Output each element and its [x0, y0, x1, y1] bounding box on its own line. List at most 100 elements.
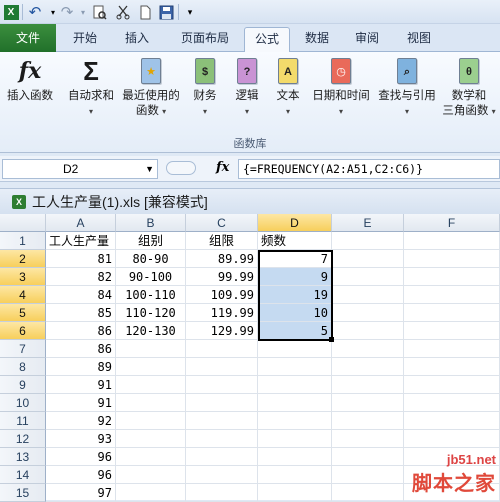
tab-home[interactable]: 开始: [62, 27, 108, 52]
tab-page-layout[interactable]: 页面布局: [168, 27, 242, 52]
row-header[interactable]: 10: [0, 394, 46, 412]
cell-e6[interactable]: [332, 322, 404, 340]
cell-a7[interactable]: 86: [46, 340, 116, 358]
insert-function-button[interactable]: fx 插入函数: [2, 56, 58, 104]
cell-e14[interactable]: [332, 466, 404, 484]
cell-c14[interactable]: [186, 466, 258, 484]
cell-c12[interactable]: [186, 430, 258, 448]
math-trig-button[interactable]: θ 数学和 三角函数 ▾: [440, 56, 498, 119]
cell-a4[interactable]: 84: [46, 286, 116, 304]
row-header[interactable]: 11: [0, 412, 46, 430]
financial-button[interactable]: $ 财务 ▾: [186, 56, 224, 119]
save-icon[interactable]: [157, 3, 175, 21]
cell-b5[interactable]: 110-120: [116, 304, 186, 322]
cell-f6[interactable]: [404, 322, 500, 340]
tab-view[interactable]: 视图: [396, 27, 442, 52]
cell-e7[interactable]: [332, 340, 404, 358]
cell-b11[interactable]: [116, 412, 186, 430]
cell-b2[interactable]: 80-90: [116, 250, 186, 268]
cell-f1[interactable]: [404, 232, 500, 250]
cell-a12[interactable]: 93: [46, 430, 116, 448]
tab-file[interactable]: 文件: [0, 24, 56, 52]
cell-c6[interactable]: 129.99: [186, 322, 258, 340]
row-header[interactable]: 15: [0, 484, 46, 502]
cell-c4[interactable]: 109.99: [186, 286, 258, 304]
cell-d7[interactable]: [258, 340, 332, 358]
cell-c7[interactable]: [186, 340, 258, 358]
cell-f11[interactable]: [404, 412, 500, 430]
tab-formulas[interactable]: 公式: [244, 27, 290, 53]
cell-c10[interactable]: [186, 394, 258, 412]
name-box[interactable]: D2 ▼: [2, 159, 158, 179]
cell-d13[interactable]: [258, 448, 332, 466]
cell-d5[interactable]: 10: [258, 304, 332, 322]
cell-b8[interactable]: [116, 358, 186, 376]
row-header[interactable]: 13: [0, 448, 46, 466]
cell-d9[interactable]: [258, 376, 332, 394]
cell-b4[interactable]: 100-110: [116, 286, 186, 304]
cell-f10[interactable]: [404, 394, 500, 412]
cell-f12[interactable]: [404, 430, 500, 448]
excel-app-icon[interactable]: X: [2, 3, 20, 21]
cell-c11[interactable]: [186, 412, 258, 430]
cell-c2[interactable]: 89.99: [186, 250, 258, 268]
cut-icon[interactable]: [114, 3, 132, 21]
cell-b1[interactable]: 组别: [116, 232, 186, 250]
cell-b13[interactable]: [116, 448, 186, 466]
cell-d15[interactable]: [258, 484, 332, 502]
cell-e1[interactable]: [332, 232, 404, 250]
cell-d14[interactable]: [258, 466, 332, 484]
row-header[interactable]: 5: [0, 304, 46, 322]
column-header-d[interactable]: D: [258, 214, 332, 232]
row-header[interactable]: 9: [0, 376, 46, 394]
cell-b12[interactable]: [116, 430, 186, 448]
row-header[interactable]: 8: [0, 358, 46, 376]
row-header[interactable]: 4: [0, 286, 46, 304]
cell-a2[interactable]: 81: [46, 250, 116, 268]
tab-data[interactable]: 数据: [294, 27, 340, 52]
cell-d10[interactable]: [258, 394, 332, 412]
cell-f2[interactable]: [404, 250, 500, 268]
cell-c9[interactable]: [186, 376, 258, 394]
cell-f5[interactable]: [404, 304, 500, 322]
autosum-button[interactable]: Σ 自动求和 ▾: [62, 56, 120, 119]
column-header-a[interactable]: A: [46, 214, 116, 232]
cell-a9[interactable]: 91: [46, 376, 116, 394]
cell-c1[interactable]: 组限: [186, 232, 258, 250]
cell-a5[interactable]: 85: [46, 304, 116, 322]
date-time-button[interactable]: ◷ 日期和时间 ▾: [309, 56, 373, 119]
formula-input[interactable]: {=FREQUENCY(A2:A51,C2:C6)}: [238, 159, 500, 179]
chevron-down-icon[interactable]: ▼: [145, 160, 154, 178]
cell-d6[interactable]: 5: [258, 322, 332, 340]
select-all-corner[interactable]: [0, 214, 46, 232]
row-header[interactable]: 14: [0, 466, 46, 484]
cell-b7[interactable]: [116, 340, 186, 358]
recently-used-button[interactable]: ★ 最近使用的 函数 ▾: [120, 56, 182, 119]
cell-a6[interactable]: 86: [46, 322, 116, 340]
cell-f3[interactable]: [404, 268, 500, 286]
cell-a13[interactable]: 96: [46, 448, 116, 466]
cell-d8[interactable]: [258, 358, 332, 376]
cell-e8[interactable]: [332, 358, 404, 376]
row-header[interactable]: 7: [0, 340, 46, 358]
tab-insert[interactable]: 插入: [114, 27, 160, 52]
cell-b9[interactable]: [116, 376, 186, 394]
cell-a8[interactable]: 89: [46, 358, 116, 376]
cell-e10[interactable]: [332, 394, 404, 412]
cell-e5[interactable]: [332, 304, 404, 322]
cell-d12[interactable]: [258, 430, 332, 448]
cell-d4[interactable]: 19: [258, 286, 332, 304]
cell-f4[interactable]: [404, 286, 500, 304]
row-header[interactable]: 12: [0, 430, 46, 448]
new-icon[interactable]: [136, 3, 154, 21]
cell-e12[interactable]: [332, 430, 404, 448]
cell-e2[interactable]: [332, 250, 404, 268]
cell-a1[interactable]: 工人生产量: [46, 232, 116, 250]
cell-f7[interactable]: [404, 340, 500, 358]
fill-handle[interactable]: [329, 337, 334, 342]
row-header[interactable]: 6: [0, 322, 46, 340]
cell-f8[interactable]: [404, 358, 500, 376]
cell-a3[interactable]: 82: [46, 268, 116, 286]
cell-a10[interactable]: 91: [46, 394, 116, 412]
cell-b10[interactable]: [116, 394, 186, 412]
